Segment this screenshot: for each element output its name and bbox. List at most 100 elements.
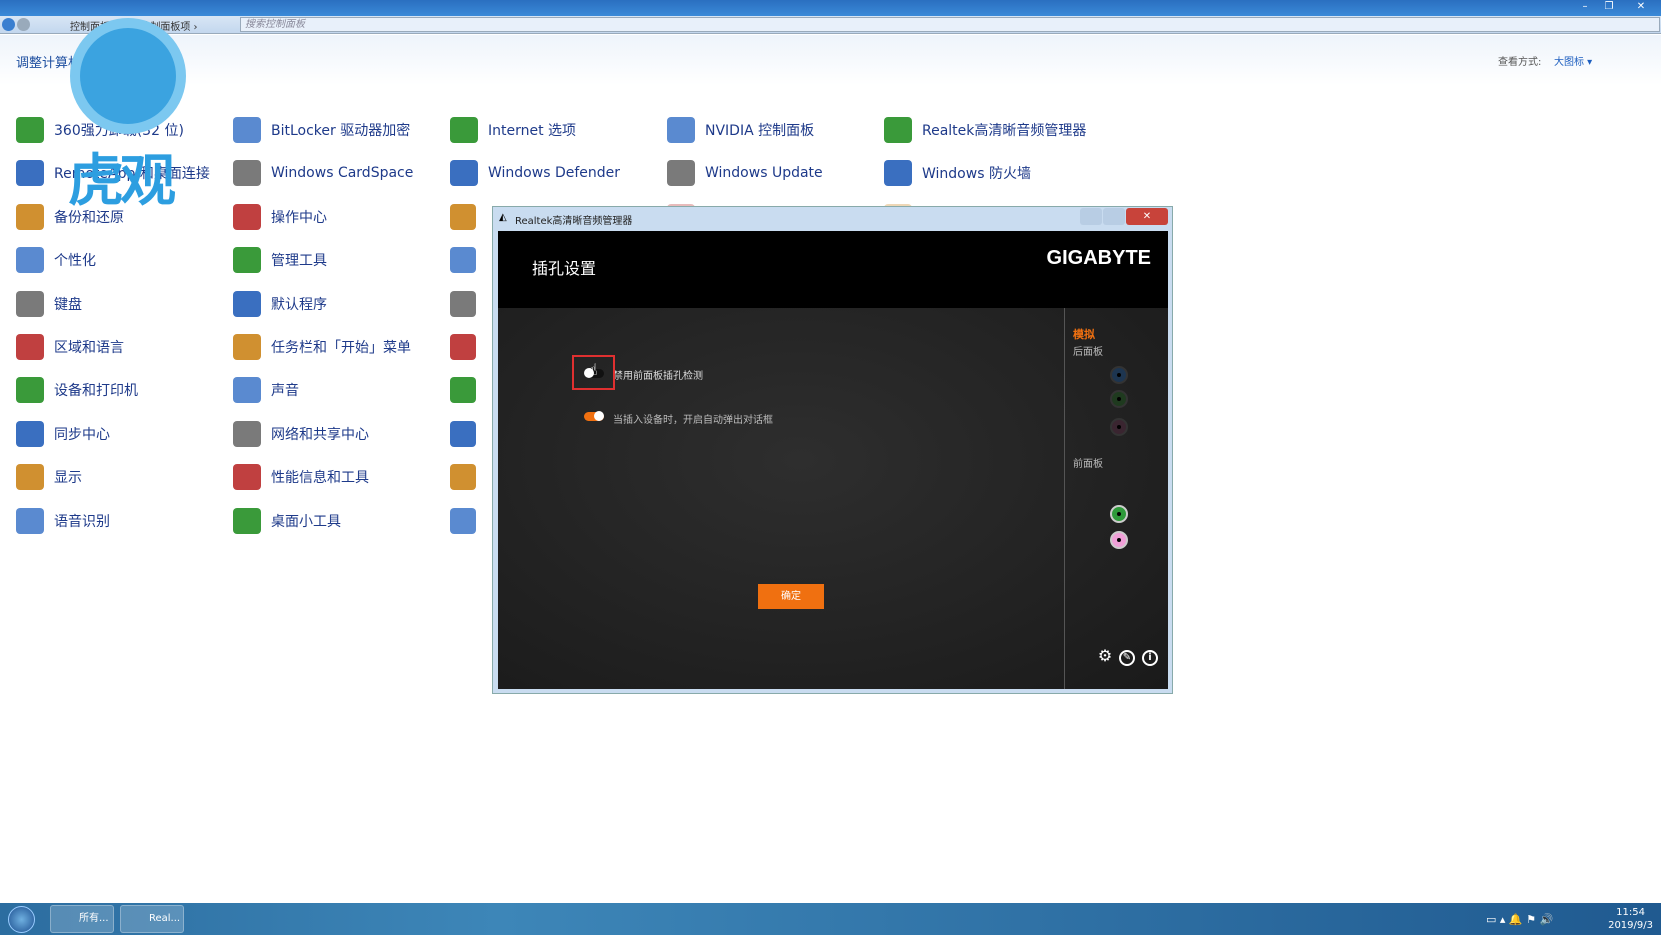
rear-pink-jack-icon[interactable] — [1110, 418, 1128, 436]
cp-item-label: 语音识别 — [54, 513, 110, 530]
cp-item[interactable]: Windows CardSpace — [233, 158, 413, 188]
taskbar-realtek[interactable]: Real... — [120, 905, 184, 933]
forward-icon[interactable] — [17, 18, 30, 31]
cp-item-label: NVIDIA 控制面板 — [705, 123, 815, 139]
cp-item[interactable]: 性能信息和工具 — [233, 462, 369, 492]
close-button[interactable]: ✕ — [1630, 0, 1652, 14]
cp-item-label: Windows Defender — [488, 165, 621, 182]
cp-item-label: 网络和共享中心 — [271, 426, 369, 443]
cp-item[interactable]: 操作中心 — [233, 202, 327, 232]
header-band — [0, 35, 1661, 85]
view-by-label: 查看方式: — [1498, 57, 1542, 68]
hand-cursor-icon: ☝ — [588, 360, 598, 379]
cp-item[interactable]: Windows 防火墙 — [884, 158, 1031, 188]
cp-item[interactable]: 键盘 — [16, 289, 82, 319]
cp-item[interactable]: Windows Defender — [450, 158, 620, 188]
cp-item[interactable]: 语音识别 — [16, 506, 110, 536]
cp-item-icon — [16, 334, 44, 360]
taskbar: 所有... Real... ▭ ▴ 🔔 ⚑ 🔊 11:54 2019/9/3 — [0, 903, 1661, 935]
cp-item-icon — [16, 290, 44, 317]
cp-item-icon — [233, 464, 261, 491]
cp-item-icon — [667, 160, 695, 187]
cp-item-label: 默认程序 — [271, 296, 327, 313]
cp-item-icon[interactable] — [450, 377, 476, 404]
front-green-jack-icon[interactable] — [1110, 505, 1128, 523]
cp-item-label: 操作中心 — [271, 209, 327, 226]
cp-item-icon — [667, 117, 695, 143]
ok-button[interactable]: 确定 — [758, 584, 824, 609]
cp-item-label: Realtek高清晰音频管理器 — [922, 123, 1087, 139]
dialog-maximize-button[interactable] — [1103, 208, 1125, 225]
tab-analog[interactable]: 模拟 — [1073, 326, 1095, 342]
taskbar-control-panel[interactable]: 所有... — [50, 905, 114, 933]
cp-item-icon — [16, 203, 44, 230]
option1-label: 禁用前面板插孔检测 — [613, 371, 703, 382]
dialog-header-title: 插孔设置 — [532, 259, 597, 278]
search-input[interactable]: 搜索控制面板 — [240, 17, 1660, 32]
option2-label: 当插入设备时，开启自动弹出对话框 — [613, 415, 773, 426]
maximize-button[interactable]: ❐ — [1598, 0, 1620, 14]
view-by-dropdown[interactable]: 大图标 ▾ — [1554, 53, 1592, 68]
realtek-dialog: ◭ Realtek高清晰音频管理器 ✕ 插孔设置 GIGABYTE 禁用前面板插… — [492, 206, 1173, 694]
cp-item[interactable]: BitLocker 驱动器加密 — [233, 115, 410, 145]
cp-item[interactable]: 个性化 — [16, 245, 96, 275]
cp-item-label: Internet 选项 — [488, 123, 577, 139]
cp-item-label: 性能信息和工具 — [271, 470, 369, 487]
cp-item-icon[interactable] — [450, 420, 476, 447]
cp-item[interactable]: 网络和共享中心 — [233, 419, 369, 449]
start-button[interactable] — [8, 906, 35, 933]
cp-item[interactable]: 任务栏和「开始」菜单 — [233, 332, 411, 362]
cp-item-icon[interactable] — [450, 203, 476, 230]
front-pink-jack-icon[interactable] — [1110, 531, 1128, 549]
dialog-header: 插孔设置 GIGABYTE — [498, 231, 1168, 308]
brand-logo: GIGABYTE — [1046, 247, 1151, 269]
cp-item[interactable]: 桌面小工具 — [233, 506, 341, 536]
gear-icon[interactable]: ⚙ — [1097, 648, 1113, 666]
cp-item-icon — [16, 160, 44, 187]
cp-item[interactable]: 默认程序 — [233, 289, 327, 319]
cp-item[interactable]: Internet 选项 — [450, 115, 576, 145]
wrench-icon[interactable]: ✎ — [1119, 650, 1135, 666]
cp-item-icon — [450, 117, 478, 143]
cp-item-icon — [16, 377, 44, 404]
cp-item-icon — [16, 420, 44, 447]
cp-item-icon[interactable] — [450, 464, 476, 491]
tray-icons[interactable]: ▭ ▴ 🔔 ⚑ 🔊 — [1486, 913, 1553, 926]
cp-item-icon — [16, 117, 44, 143]
cp-item[interactable]: 管理工具 — [233, 245, 327, 275]
cp-item-icon — [233, 117, 261, 143]
front-panel-label: 前面板 — [1073, 459, 1103, 470]
back-icon[interactable] — [2, 18, 15, 31]
cp-item[interactable]: 区域和语言 — [16, 332, 124, 362]
cp-item-label: Windows 防火墙 — [922, 166, 1031, 183]
cp-item-icon[interactable] — [450, 247, 476, 274]
title-bar: – ❐ ✕ — [0, 0, 1661, 16]
cp-item-icon — [233, 290, 261, 317]
cp-item[interactable]: 同步中心 — [16, 419, 110, 449]
cp-item-icon[interactable] — [450, 334, 476, 360]
dialog-minimize-button[interactable] — [1080, 208, 1102, 225]
cp-item[interactable]: Realtek高清晰音频管理器 — [884, 115, 1086, 145]
clock[interactable]: 11:54 2019/9/3 — [1608, 906, 1653, 932]
speaker-icon: ◭ — [499, 212, 507, 223]
cp-item[interactable]: 显示 — [16, 462, 82, 492]
cp-item[interactable]: 声音 — [233, 375, 299, 405]
cp-item-label: 键盘 — [54, 296, 82, 313]
cp-item-icon[interactable] — [450, 290, 476, 317]
cp-item-icon — [233, 420, 261, 447]
rear-blue-jack-icon[interactable] — [1110, 366, 1128, 384]
dialog-close-button[interactable]: ✕ — [1126, 208, 1168, 225]
minimize-button[interactable]: – — [1574, 0, 1596, 14]
info-icon[interactable]: i — [1142, 650, 1158, 666]
cp-item-label: 区域和语言 — [54, 340, 124, 356]
address-bar: 控制面板 › 所有控制面板项 › 搜索控制面板 — [0, 16, 1661, 34]
cp-item[interactable]: Windows Update — [667, 158, 823, 188]
rear-panel-label: 后面板 — [1073, 347, 1103, 358]
auto-popup-toggle[interactable] — [584, 411, 604, 421]
cp-item-icon[interactable] — [450, 507, 476, 534]
cp-item[interactable]: NVIDIA 控制面板 — [667, 115, 814, 145]
cp-item-icon — [884, 117, 912, 143]
cp-item[interactable]: 设备和打印机 — [16, 375, 138, 405]
cp-item-label: Windows Update — [705, 165, 823, 182]
rear-green-jack-icon[interactable] — [1110, 390, 1128, 408]
